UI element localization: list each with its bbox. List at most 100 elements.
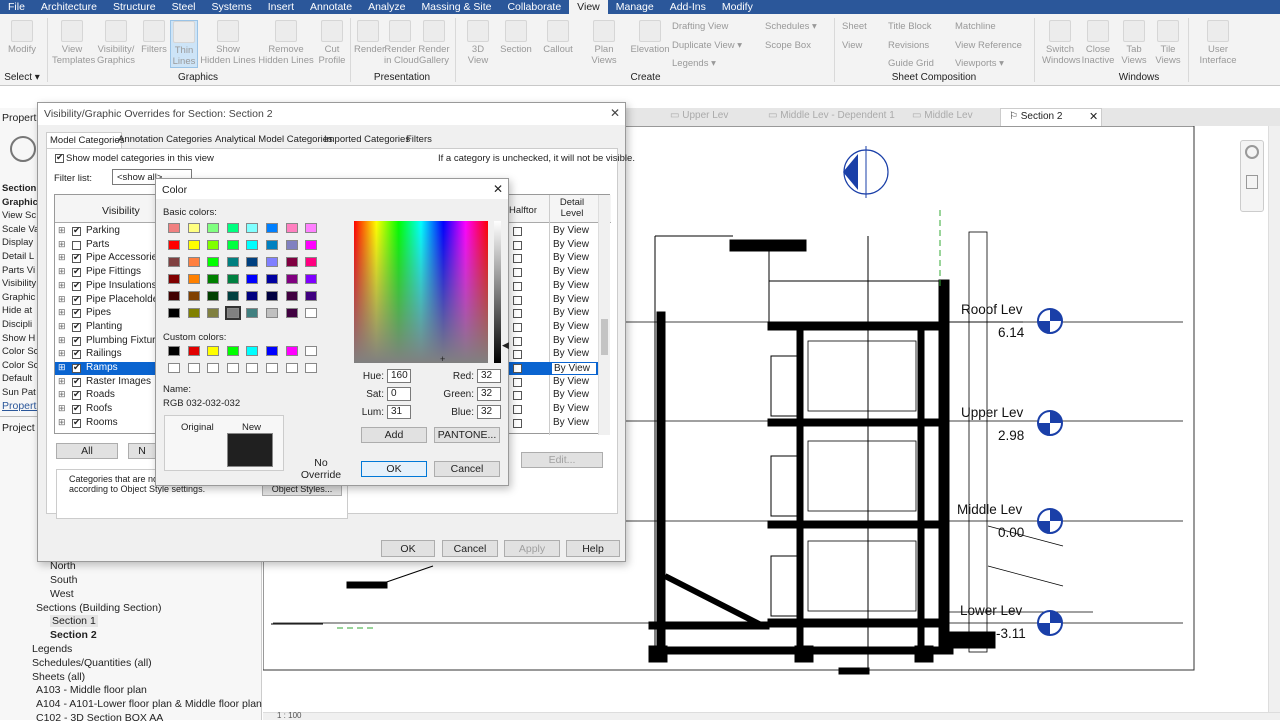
cancel-button[interactable]: Cancel	[442, 540, 498, 557]
user-interface-button[interactable]: User Interface	[1196, 20, 1240, 66]
property-row[interactable]: View Sc	[2, 210, 36, 221]
custom-color-swatch[interactable]	[305, 346, 318, 356]
render-gallery-button[interactable]: Render Gallery	[418, 20, 450, 66]
visibility-checkbox[interactable]	[72, 225, 81, 236]
filters-button[interactable]: Filters	[140, 20, 168, 55]
basic-color-swatch[interactable]	[187, 223, 200, 233]
basic-color-swatch[interactable]	[187, 274, 200, 284]
detail-level-cell[interactable]: By View	[551, 362, 597, 375]
halftone-checkbox[interactable]	[513, 350, 522, 360]
detail-level-cell[interactable]: By View	[551, 376, 597, 387]
custom-color-swatch[interactable]	[187, 363, 200, 373]
basic-color-swatch[interactable]	[207, 240, 220, 250]
all-button[interactable]: All	[56, 443, 118, 459]
visibility-checkbox[interactable]	[72, 362, 81, 373]
custom-color-swatch[interactable]	[226, 346, 239, 356]
custom-color-swatch[interactable]	[207, 363, 220, 373]
property-row[interactable]: Graphic	[2, 292, 35, 303]
tree-item[interactable]: West	[50, 588, 74, 600]
level-target-icon[interactable]	[1037, 410, 1063, 436]
basic-color-swatch[interactable]	[168, 223, 180, 233]
visibility-checkbox[interactable]	[72, 389, 81, 401]
tree-item[interactable]: A104 - A101-Lower floor plan & Middle fl…	[36, 698, 262, 710]
duplicate-view-button[interactable]: Duplicate View ▾	[672, 40, 742, 51]
tab-views-button[interactable]: Tab Views	[1118, 20, 1150, 66]
basic-color-swatch[interactable]	[207, 274, 220, 284]
expand-icon[interactable]: ⊞	[58, 252, 66, 263]
basic-color-swatch[interactable]	[207, 223, 220, 233]
tab-imported-categories[interactable]: Imported Categories	[321, 132, 411, 148]
basic-color-swatch[interactable]	[168, 240, 180, 250]
pantone-button[interactable]: PANTONE...	[434, 427, 500, 443]
tree-item[interactable]: C102 - 3D Section BOX AA	[36, 712, 163, 724]
drafting-view-button[interactable]: Drafting View	[672, 21, 728, 32]
detail-level-cell[interactable]: By View	[551, 335, 597, 346]
none-button[interactable]: N	[128, 443, 156, 459]
expand-icon[interactable]: ⊞	[58, 280, 66, 291]
menu-insert[interactable]: Insert	[260, 0, 302, 14]
visibility-checkbox[interactable]	[72, 266, 81, 278]
plan-views-button[interactable]: Plan Views	[582, 20, 626, 66]
property-row[interactable]: Color Sc	[2, 346, 38, 357]
menu-architecture[interactable]: Architecture	[33, 0, 105, 14]
tree-item[interactable]: Section 1	[50, 615, 98, 627]
custom-color-swatch[interactable]	[285, 363, 298, 373]
basic-color-swatch[interactable]	[168, 257, 180, 267]
revisions-button[interactable]: Revisions	[888, 40, 929, 51]
apply-button[interactable]: Apply	[504, 540, 560, 557]
basic-color-swatch[interactable]	[246, 274, 259, 284]
basic-color-swatch[interactable]	[226, 291, 239, 301]
visibility-checkbox[interactable]	[72, 335, 81, 346]
menu-analyze[interactable]: Analyze	[360, 0, 413, 14]
no-override-button[interactable]: No Override	[294, 457, 348, 481]
custom-color-swatch[interactable]	[168, 346, 180, 356]
hue-input[interactable]: 160	[387, 369, 411, 383]
tree-item[interactable]: Sheets (all)	[32, 671, 85, 683]
basic-color-swatch[interactable]	[285, 274, 298, 284]
blue-input[interactable]: 32	[477, 405, 501, 419]
halftone-checkbox[interactable]	[513, 418, 522, 428]
show-model-categories-checkbox[interactable]	[55, 152, 64, 163]
property-row[interactable]: Visibility	[2, 278, 36, 289]
basic-color-swatch[interactable]	[285, 308, 298, 318]
navigation-bar[interactable]	[1240, 140, 1264, 212]
callout-button[interactable]: Callout	[536, 20, 580, 55]
basic-color-swatch[interactable]	[246, 308, 259, 318]
expand-icon[interactable]: ⊞	[58, 362, 66, 373]
visibility-graphics-button[interactable]: Visibility/ Graphics	[94, 20, 138, 66]
basic-color-swatch[interactable]	[305, 257, 318, 267]
custom-color-swatch[interactable]	[266, 363, 278, 373]
color-spectrum[interactable]: +	[354, 221, 488, 364]
cut-profile-button[interactable]: Cut Profile	[316, 20, 348, 66]
basic-color-swatch[interactable]	[305, 274, 318, 284]
expand-icon[interactable]: ⊞	[58, 403, 66, 414]
expand-icon[interactable]: ⊞	[58, 225, 66, 236]
custom-color-swatch[interactable]	[266, 346, 278, 356]
menu-manage[interactable]: Manage	[608, 0, 662, 14]
visibility-checkbox[interactable]	[72, 240, 81, 250]
detail-level-cell[interactable]: By View	[551, 321, 597, 332]
visibility-checkbox[interactable]	[72, 321, 81, 332]
show-hidden-lines-button[interactable]: Show Hidden Lines	[200, 20, 256, 66]
property-row[interactable]: Sun Pat	[2, 387, 36, 398]
basic-color-swatch[interactable]	[226, 240, 239, 250]
custom-color-swatch[interactable]	[246, 363, 259, 373]
halftone-checkbox[interactable]	[513, 254, 522, 264]
halftone-checkbox[interactable]	[513, 364, 522, 373]
custom-color-swatch[interactable]	[168, 363, 180, 373]
expand-icon[interactable]: ⊞	[58, 335, 66, 346]
close-icon[interactable]: ✕	[1089, 110, 1098, 123]
luminance-arrow-icon[interactable]: ◀	[502, 340, 509, 351]
property-row[interactable]: Hide at	[2, 305, 32, 316]
menu-structure[interactable]: Structure	[105, 0, 164, 14]
remove-hidden-lines-button[interactable]: Remove Hidden Lines	[258, 20, 314, 66]
menu-massing-site[interactable]: Massing & Site	[413, 0, 499, 14]
properties-help-link[interactable]: Properti	[2, 400, 39, 412]
basic-color-swatch[interactable]	[305, 223, 318, 233]
close-icon[interactable]: ✕	[610, 106, 620, 120]
render-button[interactable]: Render	[354, 20, 385, 55]
expand-icon[interactable]: ⊞	[58, 239, 66, 250]
basic-color-swatch[interactable]	[246, 257, 259, 267]
tree-item[interactable]: Schedules/Quantities (all)	[32, 657, 152, 669]
property-row[interactable]: Display	[2, 237, 33, 248]
